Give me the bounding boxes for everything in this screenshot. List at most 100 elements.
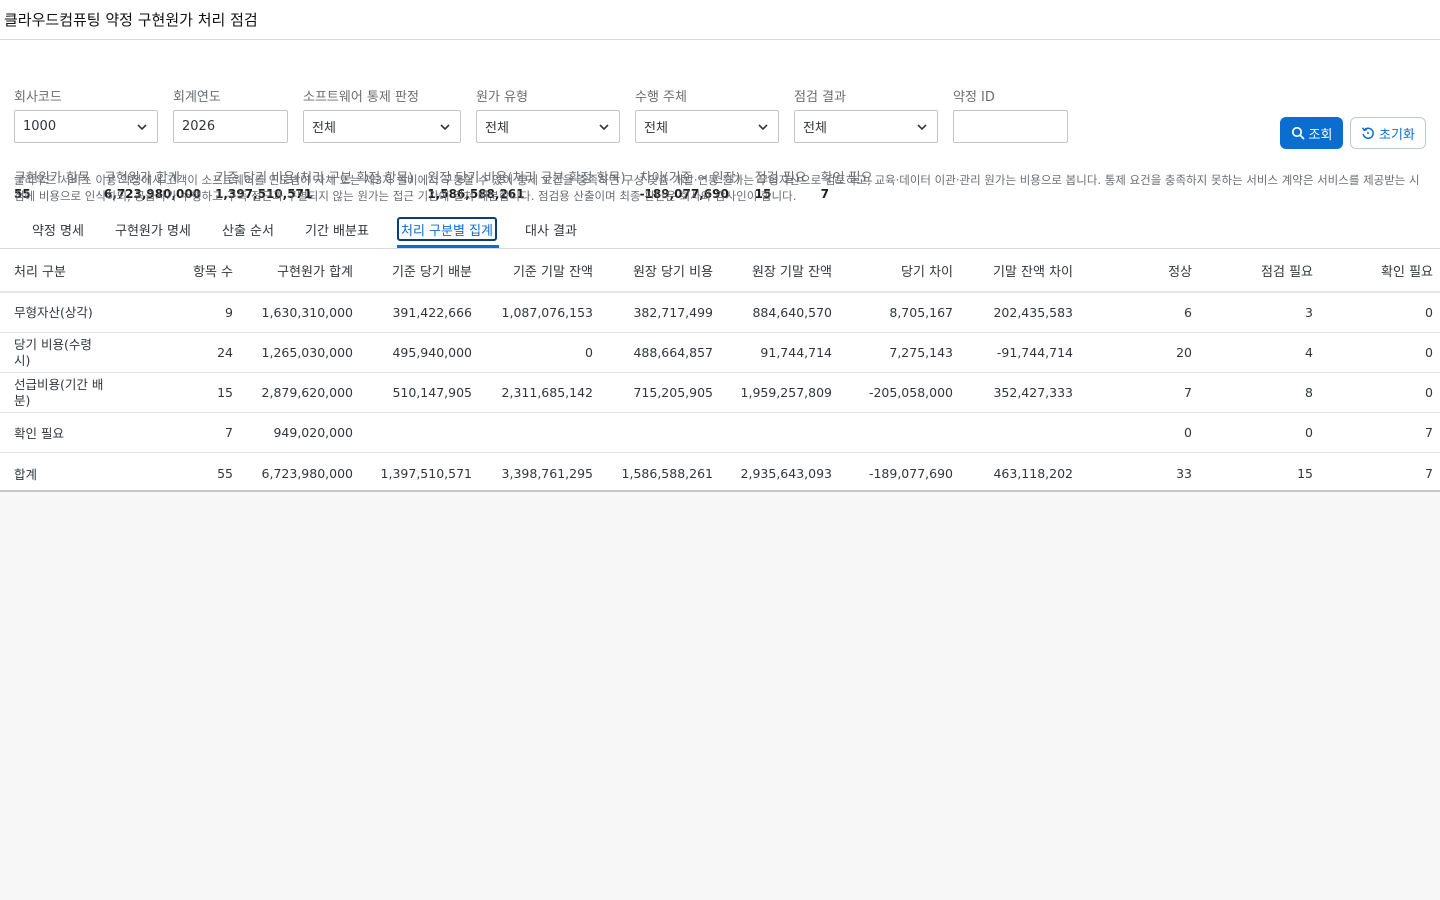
- tab-cost-details[interactable]: 구현원가 명세: [115, 217, 191, 241]
- tab-period-allocation[interactable]: 기간 배분표: [305, 217, 369, 241]
- column-header[interactable]: 처리 구분: [14, 249, 66, 291]
- table-cell: 202,435,583: [993, 305, 1073, 320]
- chevron-down-icon: [758, 123, 768, 130]
- search-button[interactable]: 조회: [1280, 117, 1343, 149]
- table-row[interactable]: 선급비용(기간 배분) 15 2,879,620,000 510,147,905…: [0, 373, 1440, 413]
- table-cell: 0: [585, 345, 593, 360]
- table-cell: 391,422,666: [392, 305, 472, 320]
- table-row[interactable]: 확인 필요 7 949,020,000 0 0 7: [0, 413, 1440, 453]
- filter-company-code: 회사코드 1000: [14, 86, 158, 143]
- table-cell: 1,397,510,571: [380, 465, 472, 481]
- input-value: 2026: [182, 119, 216, 134]
- column-header[interactable]: 기준 기말 잔액: [513, 249, 593, 291]
- reset-button-label: 초기화: [1379, 127, 1415, 143]
- column-header[interactable]: 점검 필요: [1261, 249, 1313, 291]
- column-header[interactable]: 원장 기말 잔액: [752, 249, 832, 291]
- empty-content-area: [0, 493, 1440, 900]
- select-value: 전체: [485, 121, 509, 136]
- reset-icon: [1362, 127, 1374, 140]
- treatment-cell: 무형자산(상각): [14, 304, 93, 320]
- table-cell: 8: [1305, 385, 1313, 400]
- chevron-down-icon: [440, 123, 450, 130]
- tab-bar: 약정 명세 구현원가 명세 산출 순서 기간 배분표 처리 구분별 집계 대사 …: [0, 209, 1440, 249]
- table-total-row[interactable]: 합계 55 6,723,980,000 1,397,510,571 3,398,…: [0, 453, 1440, 493]
- table-cell: 949,020,000: [273, 425, 353, 440]
- column-header[interactable]: 구현원가 합계: [277, 249, 353, 291]
- table-cell: 33: [1176, 465, 1192, 481]
- column-header[interactable]: 당기 차이: [901, 249, 953, 291]
- software-control-select[interactable]: 전체: [303, 110, 461, 143]
- filter-label: 소프트웨어 통제 판정: [303, 90, 419, 105]
- table-cell: 3: [1305, 305, 1313, 320]
- table-row[interactable]: 당기 비용(수령 시) 24 1,265,030,000 495,940,000…: [0, 333, 1440, 373]
- table-cell: 7: [1184, 385, 1192, 400]
- fiscal-year-input[interactable]: 2026: [173, 110, 288, 143]
- table-cell: 4: [1305, 345, 1313, 360]
- performer-select[interactable]: 전체: [635, 110, 779, 143]
- table-cell: 6: [1184, 305, 1192, 320]
- table-cell: 7: [1425, 465, 1433, 481]
- table-cell: 0: [1425, 385, 1433, 400]
- table-cell: 495,940,000: [392, 345, 472, 360]
- table-cell: 91,744,714: [760, 345, 832, 360]
- table-cell: 1,630,310,000: [261, 305, 353, 320]
- table-row[interactable]: 무형자산(상각) 9 1,630,310,000 391,422,666 1,0…: [0, 293, 1440, 333]
- chevron-down-icon: [599, 123, 609, 130]
- table-cell: 715,205,905: [633, 385, 713, 400]
- table-cell: 9: [225, 305, 233, 320]
- tab-calculation-order[interactable]: 산출 순서: [222, 217, 274, 241]
- tab-summary-by-treatment[interactable]: 처리 구분별 집계: [397, 217, 497, 241]
- table-cell: 7: [225, 425, 233, 440]
- filter-cost-type: 원가 유형 전체: [476, 86, 620, 143]
- select-value: 전체: [644, 121, 668, 136]
- chevron-down-icon: [137, 123, 147, 130]
- page-title: 클라우드컴퓨팅 약정 구현원가 처리 점검: [4, 11, 258, 29]
- table-cell: 55: [217, 465, 233, 481]
- filter-contract-id: 약정 ID: [953, 86, 1068, 143]
- tab-contract-details[interactable]: 약정 명세: [32, 217, 84, 241]
- table-cell: 382,717,499: [633, 305, 713, 320]
- column-header[interactable]: 항목 수: [193, 249, 233, 291]
- table-cell: 15: [1297, 465, 1313, 481]
- table-cell: -91,744,714: [996, 345, 1073, 360]
- cost-type-select[interactable]: 전체: [476, 110, 620, 143]
- table-cell: 0: [1425, 345, 1433, 360]
- company-code-select[interactable]: 1000: [14, 110, 158, 143]
- table-cell: 24: [217, 345, 233, 360]
- column-header[interactable]: 정상: [1168, 249, 1192, 291]
- search-button-label: 조회: [1308, 127, 1333, 143]
- table-cell: 352,427,333: [993, 385, 1073, 400]
- column-header[interactable]: 기말 잔액 차이: [993, 249, 1073, 291]
- select-value: 전체: [312, 121, 336, 136]
- table-cell: 1,087,076,153: [501, 305, 593, 320]
- summary-table: 처리 구분 항목 수 구현원가 합계 기준 당기 배분 기준 기말 잔액 원장 …: [0, 249, 1440, 492]
- reset-button[interactable]: 초기화: [1350, 117, 1426, 149]
- column-header[interactable]: 원장 당기 비용: [633, 249, 713, 291]
- table-cell: 1,586,588,261: [621, 465, 713, 481]
- table-cell: 884,640,570: [752, 305, 832, 320]
- app-shell: 클라우드컴퓨팅 약정 구현원가 처리 점검 회사코드 1000 회계연도 202…: [0, 0, 1440, 900]
- column-header[interactable]: 확인 필요: [1381, 249, 1433, 291]
- table-cell: 2,935,643,093: [740, 465, 832, 481]
- column-header[interactable]: 기준 당기 배분: [392, 249, 472, 291]
- table-cell: 3,398,761,295: [501, 465, 593, 481]
- search-icon: [1291, 126, 1304, 140]
- filter-label: 원가 유형: [476, 90, 528, 105]
- table-cell: 1,265,030,000: [261, 345, 353, 360]
- table-cell: -189,077,690: [868, 465, 953, 481]
- contract-id-input[interactable]: [953, 110, 1068, 143]
- treatment-cell: 당기 비용(수령 시): [14, 336, 92, 368]
- filter-label: 회계연도: [173, 90, 221, 105]
- filter-fiscal-year: 회계연도 2026: [173, 86, 288, 143]
- tab-reconciliation[interactable]: 대사 결과: [525, 217, 577, 241]
- filter-performer: 수행 주체 전체: [635, 86, 779, 143]
- table-cell: 15: [217, 385, 233, 400]
- table-cell: 510,147,905: [392, 385, 472, 400]
- table-cell: 1,959,257,809: [740, 385, 832, 400]
- guidance-text: 클라우드 서비스 이용 약정에서 고객이 소프트웨어를 인도받아 자체 또는 제…: [14, 173, 1420, 203]
- table-cell: 7: [1425, 425, 1433, 440]
- select-value: 전체: [803, 121, 827, 136]
- title-bar: 클라우드컴퓨팅 약정 구현원가 처리 점검: [0, 0, 1440, 40]
- filter-software-control: 소프트웨어 통제 판정 전체: [303, 86, 461, 143]
- check-result-select[interactable]: 전체: [794, 110, 938, 143]
